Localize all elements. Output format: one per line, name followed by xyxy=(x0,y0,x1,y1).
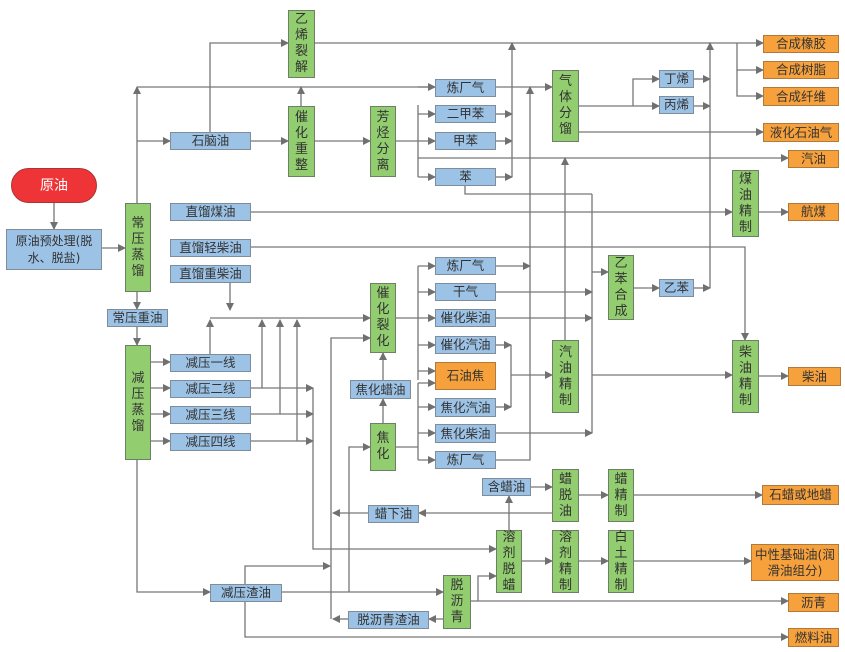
node-propylene: 丙烯 xyxy=(659,96,694,114)
node-benzene: 苯 xyxy=(435,168,496,186)
flow-connector xyxy=(496,320,531,461)
node-gasoline: 汽油 xyxy=(788,150,839,168)
node-vac-resid: 减压渣油 xyxy=(210,584,282,602)
node-fcc: 催化裂化 xyxy=(370,283,396,353)
flow-connector xyxy=(136,460,211,596)
flow-connector xyxy=(736,43,764,74)
node-sr-kerosene: 直馏煤油 xyxy=(170,203,251,221)
flow-connector xyxy=(632,75,660,106)
node-pretreat: 原油预处理(脱水、脱盐) xyxy=(6,229,102,270)
node-diesel-refining: 柴油精制 xyxy=(732,340,759,413)
node-atm-dist: 常压蒸馏 xyxy=(125,203,151,292)
node-synthetic-resin: 合成树脂 xyxy=(763,61,839,79)
node-wax-deoiling: 蜡脱油 xyxy=(552,469,579,522)
flow-connector xyxy=(244,602,789,641)
node-diesel: 柴油 xyxy=(788,367,841,386)
node-vac-4: 减压四线 xyxy=(170,433,251,451)
node-wax-refining: 蜡精制 xyxy=(608,469,634,522)
node-coker-gasoline: 焦化汽油 xyxy=(435,398,496,417)
node-vac-1: 减压一线 xyxy=(170,354,251,372)
node-asphalt: 沥青 xyxy=(788,593,839,612)
flow-connector xyxy=(736,70,764,100)
node-crude: 原油 xyxy=(11,168,97,203)
node-lpg: 液化石油气 xyxy=(763,123,839,142)
node-solvent-refining: 溶剂精制 xyxy=(552,530,579,593)
node-toluene: 甲苯 xyxy=(435,132,496,150)
node-coking: 焦化 xyxy=(370,423,396,471)
flow-connector xyxy=(251,319,284,415)
node-synthetic-rubber: 合成橡胶 xyxy=(763,35,839,53)
node-aromatics-sep: 芳烃分离 xyxy=(370,106,396,177)
node-deasphalting: 脱沥青 xyxy=(443,575,471,629)
node-fuel-oil: 燃料油 xyxy=(788,628,839,647)
node-ethylbenzene-synthesis: 乙苯合成 xyxy=(608,255,634,320)
node-base-oil: 中性基础油(润滑油组分) xyxy=(751,544,839,581)
flow-connector xyxy=(244,562,331,584)
node-xylene: 二甲苯 xyxy=(435,105,496,123)
flow-connector xyxy=(477,572,497,601)
node-petroleum-coke: 石油焦 xyxy=(435,362,496,390)
node-refinery-gas-3: 炼厂气 xyxy=(435,451,496,469)
node-jet-fuel: 航煤 xyxy=(788,203,839,221)
node-foots-oil: 蜡下油 xyxy=(368,505,419,523)
flow-connector xyxy=(348,443,371,592)
flow-connector xyxy=(251,319,301,442)
node-waxy-oil: 含蜡油 xyxy=(482,478,531,496)
node-dry-gas: 干气 xyxy=(435,283,496,301)
node-sr-light-diesel: 直馏轻柴油 xyxy=(170,239,251,257)
node-vac-2: 减压二线 xyxy=(170,380,251,398)
node-butene: 丁烯 xyxy=(659,70,694,88)
node-solvent-dewaxing: 溶剂脱蜡 xyxy=(496,530,522,593)
node-fcc-diesel: 催化柴油 xyxy=(435,309,496,327)
flow-connector xyxy=(464,186,592,195)
node-atm-resid: 常压重油 xyxy=(107,309,168,327)
node-coker-gas-oil: 焦化蜡油 xyxy=(350,380,411,399)
node-fcc-gasoline: 催化汽油 xyxy=(435,336,496,354)
node-vac-3: 减压三线 xyxy=(170,406,251,424)
refinery-flow-diagram: 原油 原油预处理(脱水、脱盐) 常压蒸馏 常压重油 减压蒸馏 石脑油 直馏煤油 … xyxy=(0,0,845,652)
node-synthetic-fiber: 合成纤维 xyxy=(763,87,839,106)
node-refinery-gas-1: 炼厂气 xyxy=(435,79,496,97)
node-vac-dist: 减压蒸馏 xyxy=(125,345,151,460)
node-gasoline-refining: 汽油精制 xyxy=(552,340,579,413)
node-refinery-gas-2: 炼厂气 xyxy=(435,257,496,275)
node-cat-reforming: 催化重整 xyxy=(288,106,315,177)
node-ethylene-cracking: 乙烯裂解 xyxy=(288,10,315,78)
node-paraffin: 石蜡或地蜡 xyxy=(762,485,839,505)
node-kerosene-refining: 煤油精制 xyxy=(732,170,759,237)
node-deasphalted-resid: 脱沥青渣油 xyxy=(348,611,429,629)
node-naphtha: 石脑油 xyxy=(170,132,251,150)
node-ethylbenzene: 乙苯 xyxy=(659,279,694,297)
node-gas-fractionation: 气体分馏 xyxy=(552,70,579,142)
node-sr-heavy-diesel: 直馏重柴油 xyxy=(170,265,251,283)
node-clay-refining: 白土精制 xyxy=(608,530,634,593)
flow-connector xyxy=(251,319,266,389)
node-coker-diesel: 焦化柴油 xyxy=(435,424,496,443)
